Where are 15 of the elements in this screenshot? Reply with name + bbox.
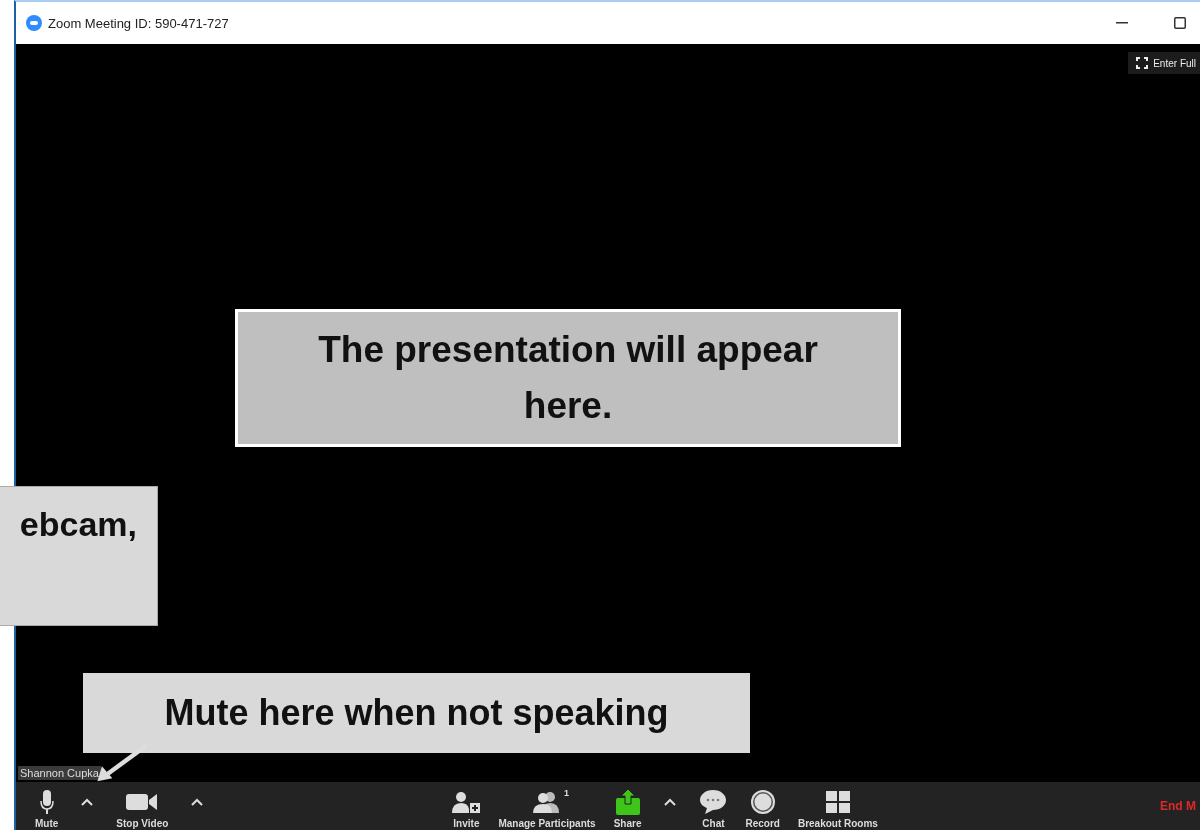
toolbar-button[interactable]: Record bbox=[736, 782, 789, 830]
callout-box: The presentation will appear here. bbox=[235, 309, 901, 447]
toolbar-button[interactable]: Chat bbox=[690, 782, 737, 830]
toolbar-button[interactable]: 1 Manage Participants bbox=[489, 782, 605, 830]
toolbar-button[interactable]: Stop Video bbox=[107, 782, 178, 830]
toolbar-button[interactable]: Share bbox=[604, 782, 651, 830]
callout-box: Mute here when not speaking bbox=[83, 673, 750, 753]
participant-count: 1 bbox=[564, 788, 569, 798]
toolbar-button[interactable]: Breakout Rooms bbox=[788, 782, 887, 830]
participant-name: Shannon Cupka bbox=[18, 766, 101, 780]
toolbar-button[interactable]: Invite bbox=[443, 782, 490, 830]
toolbar-button[interactable]: Mute bbox=[26, 782, 68, 830]
callout-box: ebcam, bbox=[0, 486, 158, 626]
full-screen-button[interactable]: Enter Full bbox=[1128, 52, 1200, 74]
window-title: Zoom Meeting ID: 590-471-727 bbox=[48, 15, 229, 31]
